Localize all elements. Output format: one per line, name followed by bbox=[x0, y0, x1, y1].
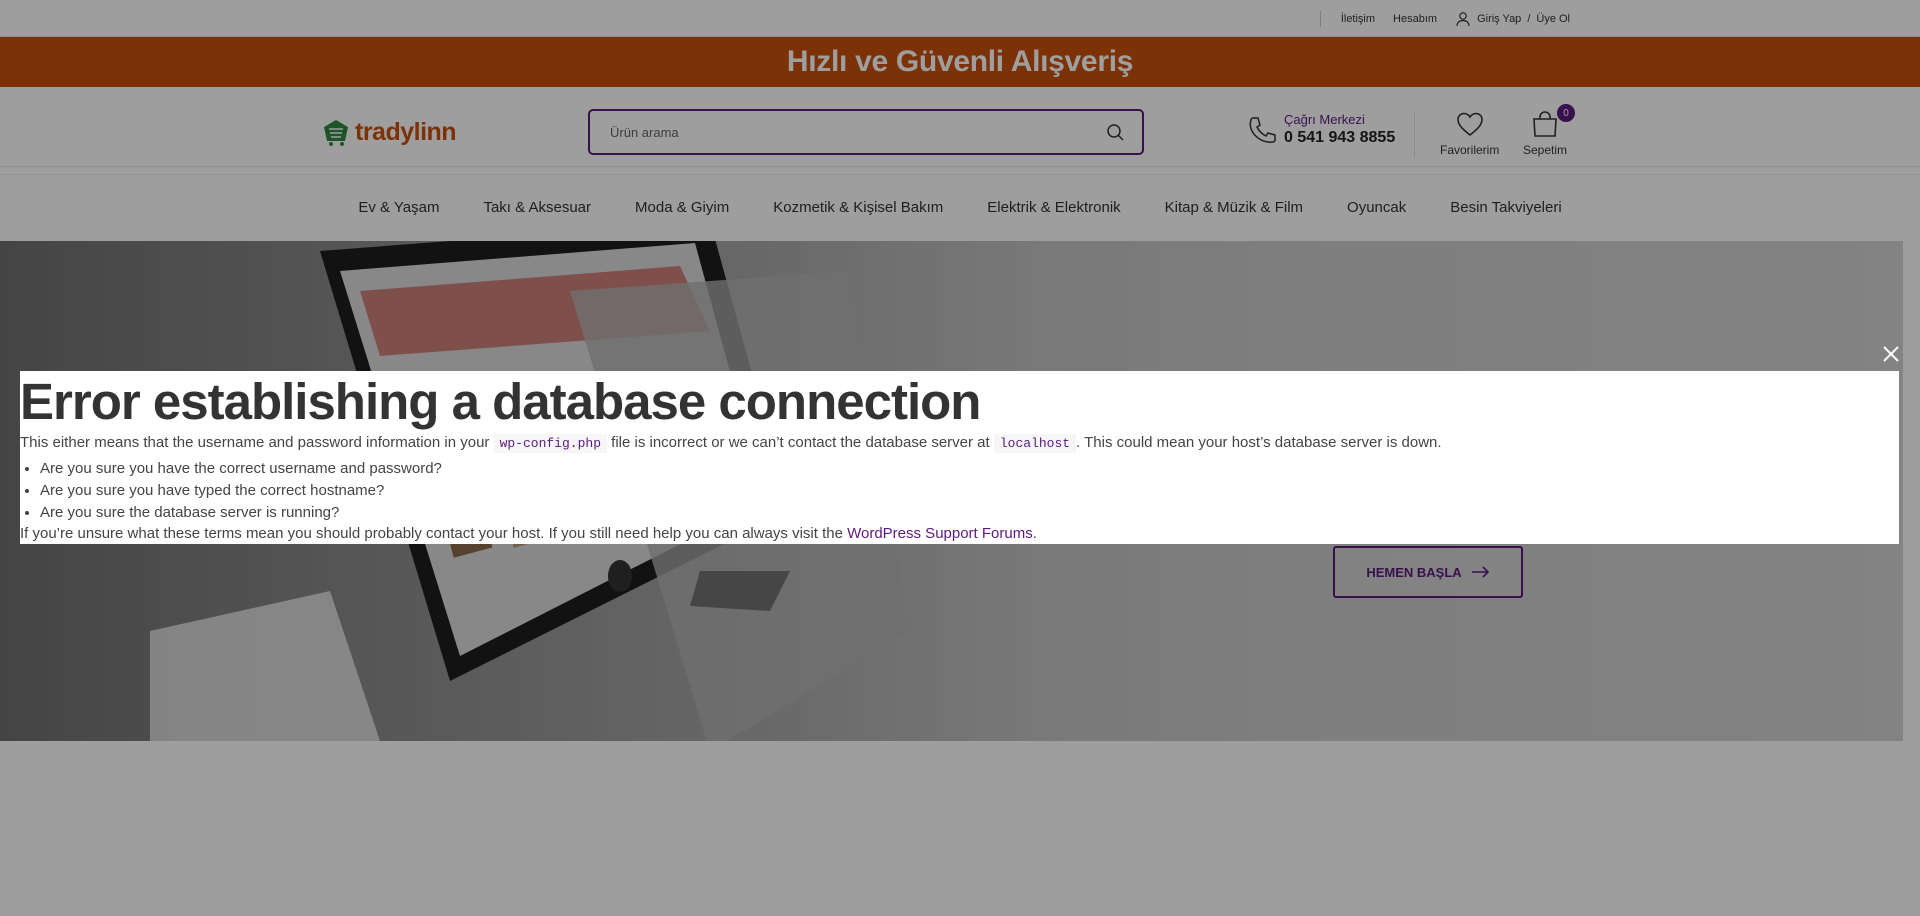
error-description: This either means that the username and … bbox=[20, 433, 1899, 454]
error-title: Error establishing a database connection bbox=[20, 373, 981, 430]
help-text-part1: If you’re unsure what these terms mean y… bbox=[20, 525, 848, 542]
close-icon[interactable] bbox=[1882, 345, 1900, 363]
error-desc-part1: This either means that the username and … bbox=[20, 434, 494, 451]
list-item: Are you sure you have the correct userna… bbox=[40, 458, 1899, 480]
list-item: Are you sure the database server is runn… bbox=[40, 502, 1899, 524]
db-error-panel: Error establishing a database connection… bbox=[20, 371, 1899, 544]
config-file-code: wp-config.php bbox=[493, 434, 607, 453]
error-desc-part2: file is incorrect or we can’t contact th… bbox=[607, 434, 994, 451]
list-item: Are you sure you have typed the correct … bbox=[40, 480, 1899, 502]
host-code: localhost bbox=[993, 434, 1077, 453]
error-help-text: If you’re unsure what these terms mean y… bbox=[20, 524, 1899, 544]
support-forums-link[interactable]: WordPress Support Forums bbox=[847, 525, 1033, 542]
error-desc-part3: . This could mean your host’s database s… bbox=[1076, 434, 1442, 451]
help-text-part2: . bbox=[1032, 525, 1037, 542]
error-checklist: Are you sure you have the correct userna… bbox=[40, 458, 1899, 524]
